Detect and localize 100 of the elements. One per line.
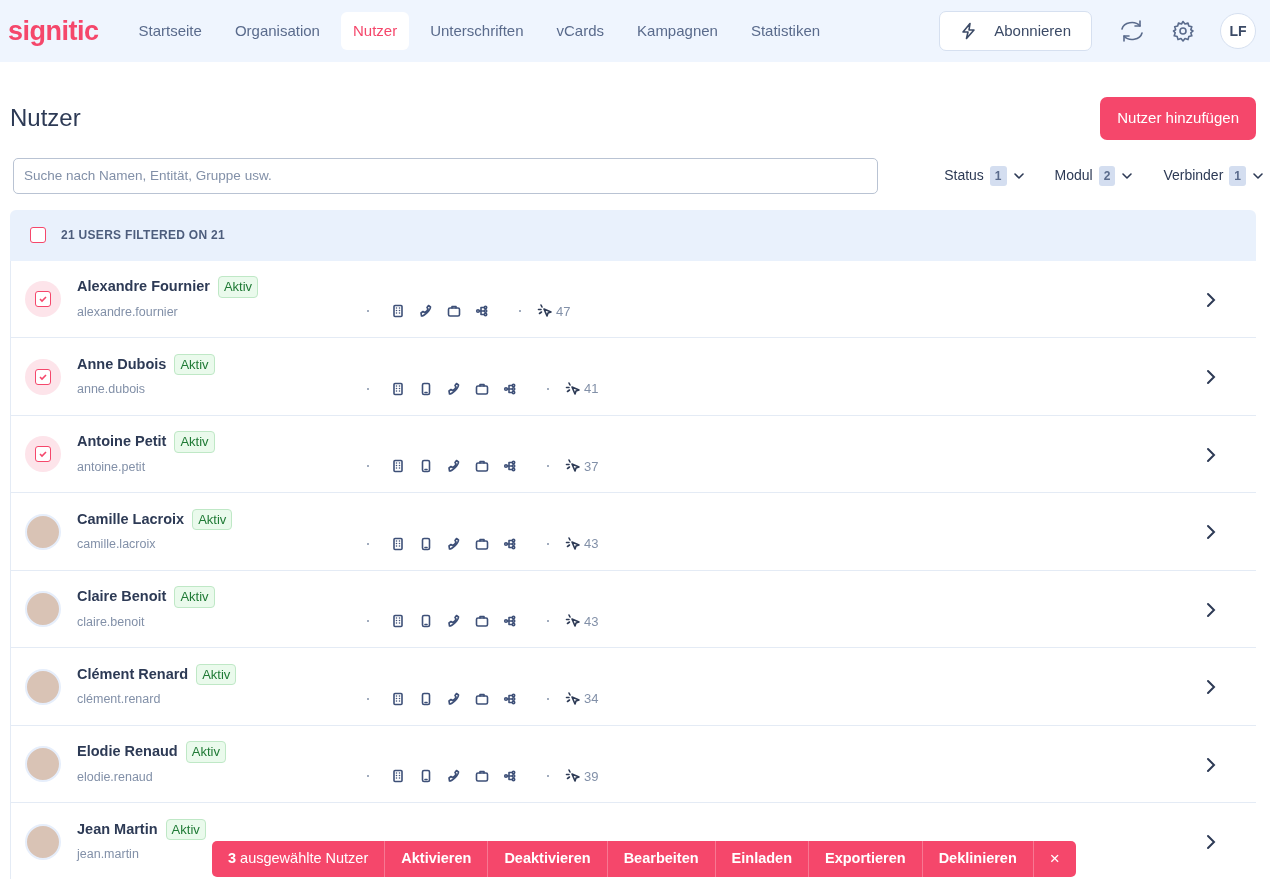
filter-label: Modul (1054, 166, 1093, 186)
user-row[interactable]: Clément Renard Aktiv clément.renard 34 (10, 648, 1256, 726)
cursor-click-icon (565, 458, 581, 475)
nav-tab[interactable]: Kampagnen (625, 11, 730, 51)
nav-tab[interactable]: Startseite (126, 11, 214, 51)
chevron-right-icon (1206, 369, 1216, 386)
chevron-right-icon (1206, 601, 1216, 618)
search-field[interactable]: Suche nach Namen, Entität, Gruppe usw. (13, 157, 878, 194)
user-email: anne.dubois (77, 382, 146, 397)
user-email: alexandre.fournier (77, 304, 178, 319)
lightning-icon (960, 22, 977, 40)
user-name: Claire Benoit (77, 587, 167, 607)
bulk-action-button[interactable]: Deklinieren (922, 841, 1034, 877)
phone-icon (447, 381, 461, 396)
filter-dropdown[interactable]: Modul 2 (1054, 165, 1134, 187)
status-badge: Aktiv (196, 663, 237, 686)
check-icon (38, 371, 48, 382)
chevron-right-icon (1206, 291, 1216, 308)
user-row[interactable]: Claire Benoit Aktiv claire.benoit 43 (10, 570, 1256, 649)
building-icon (391, 769, 405, 784)
phone-icon (419, 304, 433, 319)
filter-count: 1 (989, 165, 1007, 186)
status-badge: Aktiv (174, 353, 215, 376)
filter-dropdown[interactable]: Status 1 (944, 165, 1025, 187)
click-count: 47 (556, 302, 571, 321)
user-name: Clément Renard (77, 664, 189, 684)
briefcase-icon (475, 459, 489, 474)
mobile-phone-icon (419, 691, 433, 706)
chevron-right-icon (1206, 756, 1216, 773)
chevron-right-icon (1206, 446, 1216, 463)
click-count: 43 (584, 612, 599, 631)
click-count: 39 (584, 767, 599, 786)
nav-tab[interactable]: Unterschriften (418, 11, 536, 51)
refresh-icon (1118, 19, 1146, 43)
nav-tab[interactable]: Nutzer (340, 11, 410, 51)
check-icon (38, 449, 48, 459)
status-badge: Aktiv (165, 818, 206, 841)
click-count: 41 (584, 380, 599, 399)
refresh-button[interactable] (1118, 19, 1146, 43)
bulk-action-button[interactable]: Bearbeiten (607, 841, 716, 877)
user-avatar[interactable]: LF (1220, 13, 1256, 49)
building-icon (391, 614, 405, 629)
user-email: antoine.petit (77, 459, 146, 474)
cursor-click-icon (565, 380, 581, 397)
close-button[interactable]: × (1033, 841, 1076, 877)
briefcase-icon (475, 381, 489, 396)
check-icon (38, 294, 48, 304)
mobile-phone-icon (419, 614, 433, 629)
briefcase-icon (475, 769, 489, 784)
building-icon (391, 459, 405, 474)
user-row[interactable]: Alexandre Fournier Aktiv alexandre.fournier 47 (10, 260, 1256, 339)
subscribe-button[interactable]: Abonnieren (939, 10, 1092, 52)
bulk-action-button[interactable]: Deaktivieren (488, 841, 608, 877)
chevron-down-icon (1252, 171, 1264, 180)
user-name: Elodie Renaud (77, 742, 178, 762)
selection-summary: 3 ausgewählte Nutzer (228, 849, 369, 869)
add-user-button[interactable]: Nutzer hinzufügen (1100, 97, 1256, 140)
selected-checkbox[interactable] (25, 358, 61, 395)
user-row[interactable]: Anne Dubois Aktiv anne.dubois 41 (10, 338, 1256, 416)
cursor-click-icon (565, 690, 581, 707)
user-row[interactable]: Camille Lacroix Aktiv camille.lacroix 43 (10, 493, 1256, 571)
hierarchy-icon (503, 459, 517, 474)
status-badge: Aktiv (217, 276, 259, 298)
nav-tab[interactable]: Statistiken (738, 11, 833, 51)
nav-tab[interactable]: vCards (544, 11, 617, 51)
selected-checkbox[interactable] (25, 281, 61, 317)
cursor-click-icon (565, 768, 581, 785)
hierarchy-icon (503, 769, 517, 784)
user-name: Jean Martin (77, 819, 158, 839)
selected-checkbox[interactable] (25, 436, 61, 472)
status-badge: Aktiv (174, 586, 215, 608)
bulk-action-button[interactable]: Aktivieren (385, 841, 489, 877)
filter-dropdown[interactable]: Verbinder 1 (1163, 165, 1264, 187)
mobile-phone-icon (419, 769, 433, 784)
click-count: 34 (584, 690, 599, 709)
briefcase-icon (475, 536, 489, 551)
chevron-down-icon (1012, 171, 1025, 180)
phone-icon (447, 691, 461, 706)
status-badge: Aktiv (192, 508, 233, 531)
user-row[interactable]: Antoine Petit Aktiv antoine.petit 37 (10, 415, 1256, 494)
click-count: 37 (584, 457, 599, 476)
filter-label: Verbinder (1163, 166, 1224, 186)
bulk-action-button[interactable]: Einladen (715, 841, 810, 877)
briefcase-icon (475, 691, 489, 706)
select-all-checkbox[interactable] (30, 227, 46, 244)
settings-icon (1172, 20, 1194, 43)
user-email: claire.benoit (77, 614, 145, 629)
nav-tab[interactable]: Organisation (222, 11, 332, 51)
hierarchy-icon (475, 304, 489, 319)
chevron-down-icon (1121, 171, 1134, 180)
user-name: Anne Dubois (77, 354, 167, 374)
bulk-action-button[interactable]: Exportieren (809, 841, 923, 877)
settings-button[interactable] (1172, 19, 1194, 43)
user-row[interactable]: Elodie Renaud Aktiv elodie.renaud 39 (10, 725, 1256, 804)
phone-icon (447, 614, 461, 629)
briefcase-icon (447, 304, 461, 319)
filter-count: 2 (1098, 165, 1116, 186)
user-email: clément.renard (77, 692, 161, 707)
hierarchy-icon (503, 381, 517, 396)
logo[interactable]: signitic (8, 10, 99, 52)
